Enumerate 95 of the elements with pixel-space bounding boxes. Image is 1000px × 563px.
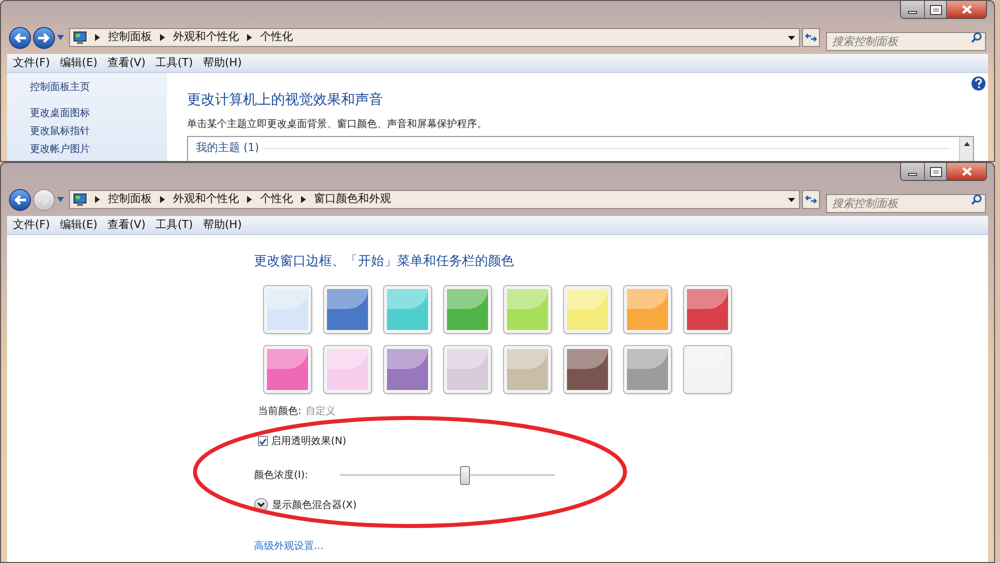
address-bar[interactable]: 控制面板 外观和个性化 个性化 窗口颜色和外观	[69, 190, 800, 209]
refresh-button[interactable]	[802, 28, 820, 47]
breadcrumb-arrow-icon	[95, 196, 100, 203]
address-dropdown-icon[interactable]	[788, 36, 795, 40]
scroll-up-icon[interactable]	[964, 142, 970, 146]
refresh-button[interactable]	[802, 190, 820, 209]
menu-item[interactable]: 文件(F)	[13, 54, 50, 72]
current-color-label: 当前颜色:	[258, 404, 302, 418]
breadcrumb-arrow-icon	[95, 34, 100, 41]
current-color-value: 自定义	[305, 404, 336, 418]
breadcrumb-link[interactable]: 控制面板	[108, 29, 152, 46]
checkbox-label: 启用透明效果(N)	[271, 434, 346, 448]
color-swatch[interactable]	[504, 286, 551, 332]
color-swatch[interactable]	[684, 286, 731, 332]
back-button[interactable]	[9, 26, 31, 48]
breadcrumb-arrow-icon	[160, 196, 165, 203]
search-field[interactable]: 搜索控制面板	[826, 194, 986, 213]
close-button[interactable]	[946, 1, 986, 18]
forward-arrow-icon	[38, 32, 50, 42]
color-swatch[interactable]	[564, 286, 611, 332]
back-button[interactable]	[9, 188, 31, 210]
menu-item[interactable]: 编辑(E)	[60, 216, 98, 234]
search-icon[interactable]	[971, 32, 982, 43]
breadcrumb-arrow-icon	[301, 196, 306, 203]
advanced-settings-link[interactable]: 高级外观设置...	[254, 538, 324, 554]
refresh-icon	[805, 33, 817, 42]
search-field[interactable]: 搜索控制面板	[826, 32, 986, 51]
menu-item[interactable]: 帮助(H)	[202, 54, 242, 72]
page-heading: 更改窗口边框、「开始」菜单和任务栏的颜色	[254, 253, 514, 271]
color-swatch[interactable]	[324, 286, 371, 332]
breadcrumb-arrow-icon	[247, 196, 252, 203]
control-panel-icon	[73, 193, 87, 206]
address-bar[interactable]: 控制面板 外观和个性化 个性化	[69, 28, 800, 47]
color-swatch[interactable]	[384, 346, 431, 392]
maximize-button[interactable]	[924, 163, 946, 180]
breadcrumb-link[interactable]: 窗口颜色和外观	[314, 191, 391, 208]
color-swatch[interactable]	[564, 346, 611, 392]
breadcrumb-link[interactable]: 个性化	[260, 191, 293, 208]
maximize-icon	[930, 6, 940, 14]
sidebar-link[interactable]: 更改桌面图标	[30, 105, 167, 123]
color-swatch[interactable]	[504, 346, 551, 392]
back-arrow-icon	[14, 194, 26, 204]
color-swatch[interactable]	[624, 286, 671, 332]
menu-item[interactable]: 工具(T)	[156, 54, 193, 72]
close-icon	[962, 5, 972, 14]
chevron-icon	[257, 502, 265, 508]
checkbox[interactable]	[258, 436, 268, 446]
maximize-button[interactable]	[924, 1, 946, 18]
sidebar-link[interactable]: 更改鼠标指针	[30, 123, 167, 141]
minimize-button[interactable]	[901, 1, 924, 18]
menu-item[interactable]: 编辑(E)	[60, 54, 98, 72]
color-swatch[interactable]	[444, 286, 491, 332]
color-swatch[interactable]	[384, 286, 431, 332]
breadcrumb-link[interactable]: 个性化	[260, 29, 293, 46]
minimize-button[interactable]	[901, 163, 924, 180]
sidebar-link[interactable]: 更改帐户图片	[30, 141, 167, 159]
color-swatch[interactable]	[444, 346, 491, 392]
menu-item[interactable]: 文件(F)	[13, 216, 50, 234]
address-dropdown-icon[interactable]	[788, 198, 795, 202]
close-button[interactable]	[946, 163, 986, 180]
refresh-icon	[805, 195, 817, 204]
color-swatch[interactable]	[324, 346, 371, 392]
color-swatch[interactable]	[684, 346, 731, 392]
minimize-icon	[908, 173, 917, 176]
history-dropdown-icon[interactable]	[57, 197, 64, 202]
slider-label: 颜色浓度(I):	[254, 468, 310, 482]
maximize-icon	[930, 168, 940, 176]
breadcrumb-arrow-icon	[247, 34, 252, 41]
slider-track[interactable]	[340, 466, 555, 484]
control-panel-icon	[73, 31, 87, 44]
breadcrumb-arrow-icon	[160, 34, 165, 41]
history-dropdown-icon[interactable]	[57, 35, 64, 40]
search-icon[interactable]	[971, 194, 982, 205]
menu-item[interactable]: 查看(V)	[107, 216, 146, 234]
color-swatch[interactable]	[264, 346, 311, 392]
breadcrumb-link[interactable]: 外观和个性化	[173, 29, 239, 46]
menu-item[interactable]: 查看(V)	[107, 54, 146, 72]
breadcrumb-link[interactable]: 外观和个性化	[173, 191, 239, 208]
description: 单击某个主题立即更改桌面背景、窗口颜色、声音和屏幕保护程序。	[187, 118, 488, 132]
forward-button[interactable]	[33, 26, 55, 48]
back-arrow-icon	[14, 32, 26, 42]
help-icon[interactable]	[971, 76, 986, 91]
menu-item[interactable]: 工具(T)	[156, 216, 193, 234]
breadcrumb-link[interactable]: 控制面板	[108, 191, 152, 208]
menu-item[interactable]: 帮助(H)	[202, 216, 242, 234]
slider-thumb[interactable]	[460, 466, 470, 484]
group-label: 我的主题 (1)	[196, 140, 260, 156]
sidebar-link[interactable]: 控制面板主页	[30, 79, 167, 97]
minimize-icon	[908, 11, 917, 14]
expander-label: 显示颜色混合器(X)	[272, 498, 357, 512]
page-heading: 更改计算机上的视觉效果和声音	[187, 91, 384, 110]
check-icon	[259, 438, 267, 444]
close-icon	[962, 167, 972, 176]
color-swatch[interactable]	[624, 346, 671, 392]
color-swatch[interactable]	[264, 286, 311, 332]
